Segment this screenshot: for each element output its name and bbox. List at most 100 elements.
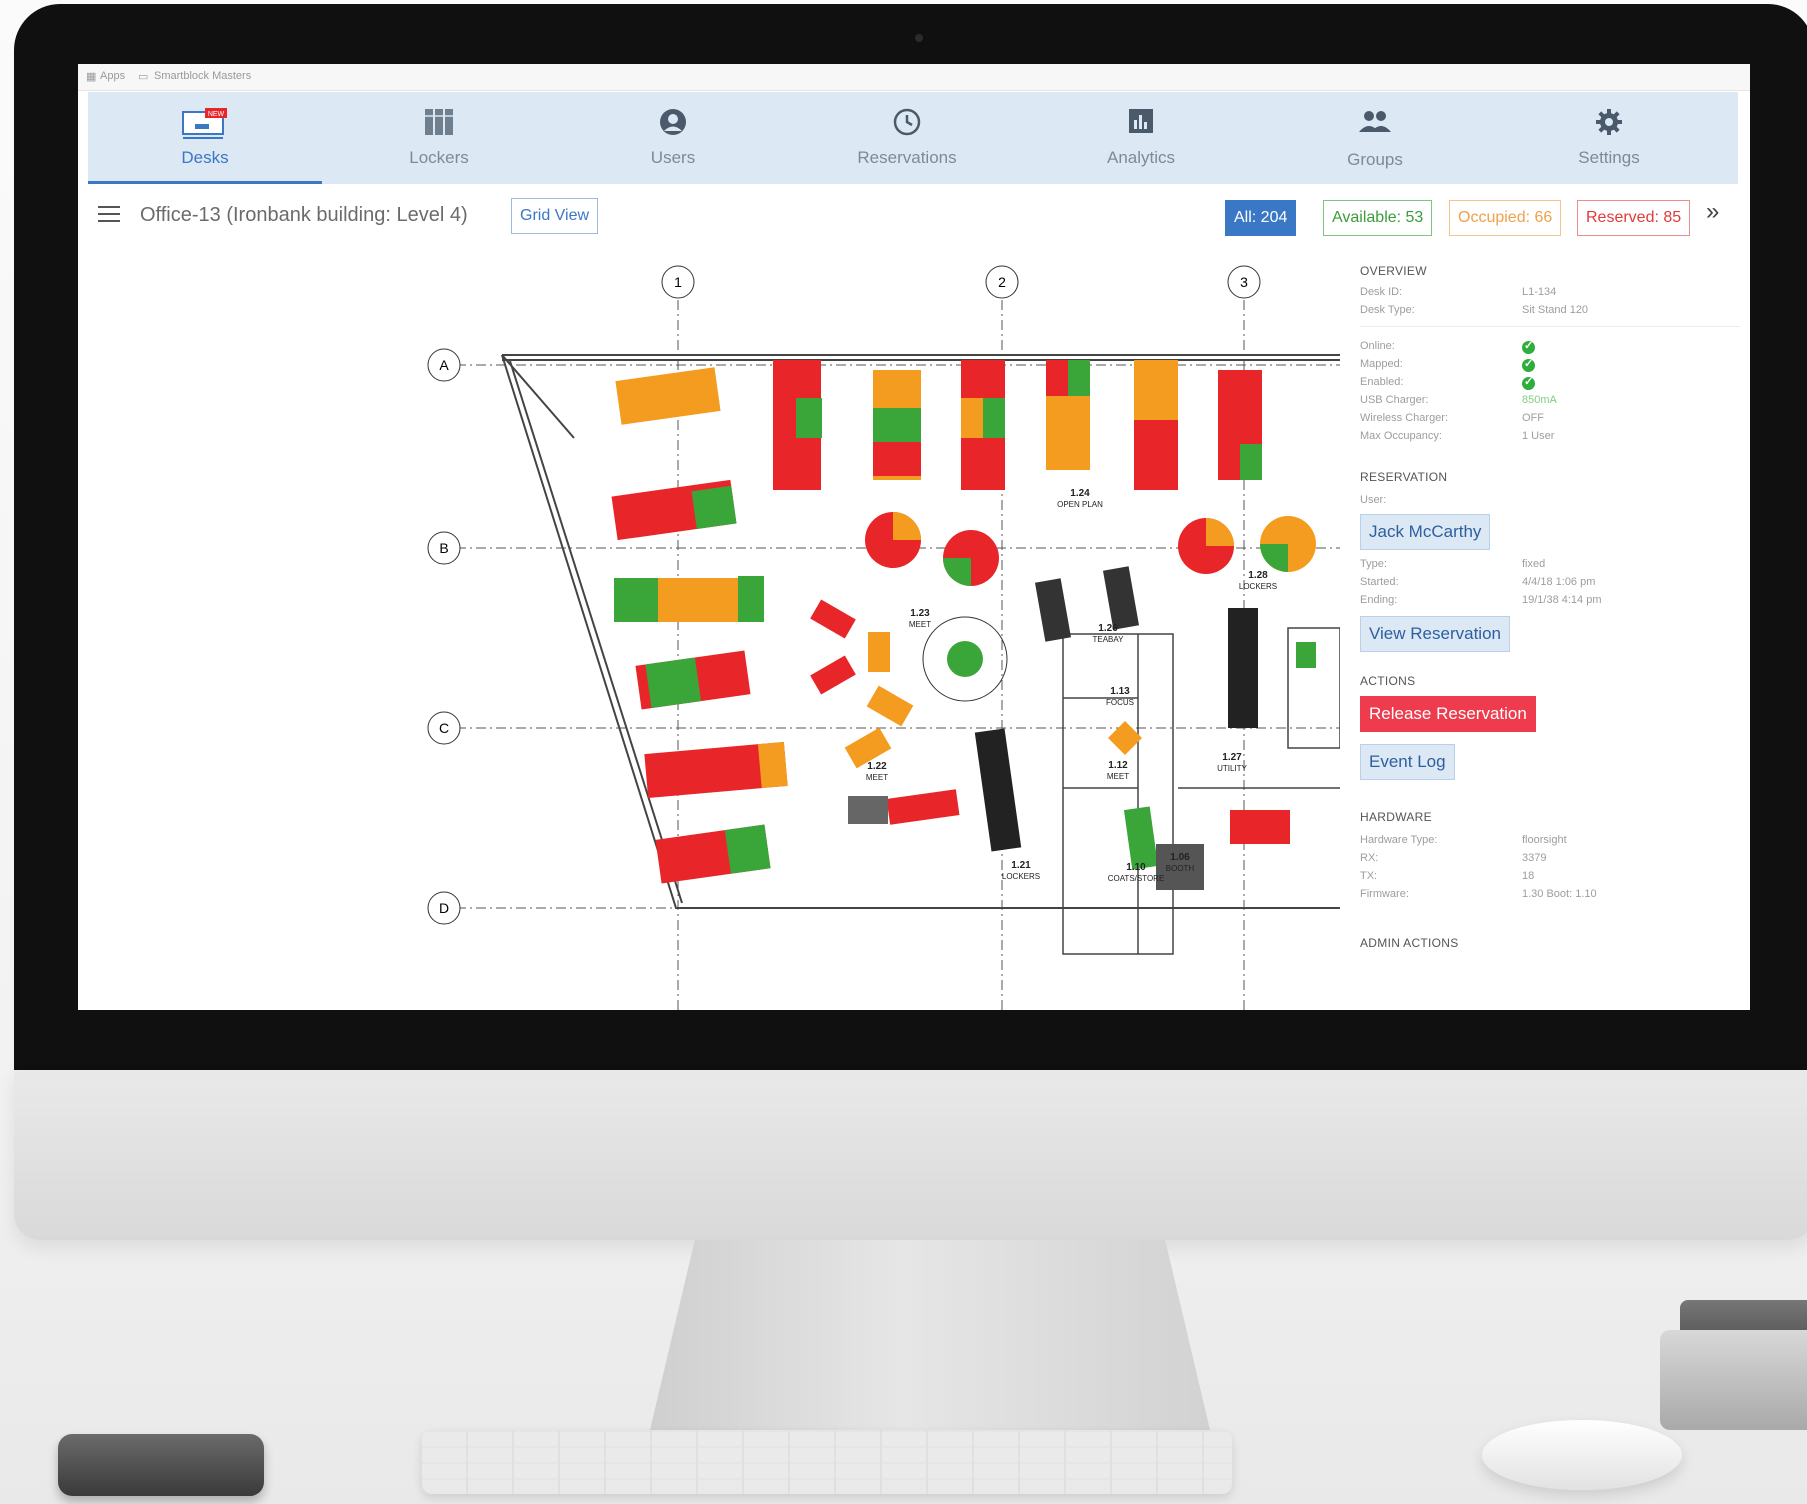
started-row: Started: 4/4/18 1:06 pm (1360, 576, 1740, 592)
room-name-1.22: MEET (866, 773, 888, 782)
desk-cluster[interactable] (1123, 806, 1159, 870)
user-icon (556, 108, 790, 138)
room-num-1.06: 1.06 (1170, 852, 1190, 863)
locker-bank (1228, 608, 1258, 728)
tab-desks[interactable]: NEW Desks (88, 92, 322, 184)
desk-cluster[interactable] (810, 655, 856, 695)
view-reservation-button[interactable]: View Reservation (1360, 616, 1510, 652)
room-num-1.21: 1.21 (1011, 860, 1031, 871)
desk-cluster[interactable] (866, 685, 914, 727)
monitor-stand (650, 1240, 1210, 1430)
filter-occupied-button[interactable]: Occupied: 66 (1449, 200, 1562, 236)
tab-analytics-label: Analytics (1106, 148, 1176, 167)
desk-cluster[interactable] (873, 442, 921, 476)
desk-cluster[interactable] (738, 576, 764, 622)
group-icon (1258, 108, 1492, 138)
grid-row-label-d: D (439, 900, 449, 916)
desk-id-value: L1-134 (1522, 286, 1557, 298)
desk-clusters[interactable] (611, 360, 1316, 890)
desk-detail-panel: OVERVIEW Desk ID: L1-134 Desk Type: Sit … (1340, 248, 1750, 1010)
tab-settings[interactable]: Settings (1492, 92, 1726, 184)
max-occupancy-label: Max Occupancy: (1360, 430, 1442, 442)
rx-label: RX: (1360, 852, 1379, 864)
clock-icon (790, 108, 1024, 138)
desk-cluster[interactable] (724, 824, 771, 874)
double-chevron-right-icon[interactable]: » (1706, 198, 1719, 226)
firmware-row: Firmware: 1.30 Boot: 1.10 (1360, 888, 1740, 904)
desk-cluster[interactable] (1068, 360, 1090, 396)
meeting-table[interactable] (947, 641, 983, 677)
firmware-label: Firmware: (1360, 888, 1409, 900)
desk-cluster[interactable] (615, 367, 721, 425)
desk-cluster[interactable] (757, 741, 788, 789)
room-num-1.26: 1.26 (1098, 623, 1118, 634)
wireless-charger-label: Wireless Charger: (1360, 412, 1449, 424)
room-name-1.12: MEET (1107, 772, 1129, 781)
event-log-button[interactable]: Event Log (1360, 744, 1455, 780)
desk-cluster[interactable] (886, 789, 960, 825)
lockers-icon (322, 108, 556, 138)
started-label: Started: (1360, 576, 1399, 588)
desk-cluster[interactable] (1108, 721, 1142, 755)
main-navbar: NEW Desks Lockers Users Reservations Ana… (88, 92, 1738, 184)
bookmark-apps[interactable]: Apps (100, 70, 125, 82)
desk-cluster[interactable] (645, 657, 702, 709)
desk-id-row: Desk ID: L1-134 (1360, 286, 1740, 302)
desk-cluster[interactable] (1240, 444, 1262, 480)
desk-cluster[interactable] (1296, 642, 1316, 668)
office-title: Office-13 (Ironbank building: Level 4) (140, 204, 468, 226)
desk-cluster[interactable] (691, 485, 737, 530)
filter-available-button[interactable]: Available: 53 (1323, 200, 1433, 236)
bench-desk[interactable] (1102, 566, 1140, 630)
desk-type-row: Desk Type: Sit Stand 120 (1360, 304, 1740, 320)
tab-users[interactable]: Users (556, 92, 790, 184)
tab-reservations-label: Reservations (857, 148, 957, 167)
room-name-1.28: LOCKERS (1239, 582, 1277, 591)
screen: ▦ Apps ▭ Smartblock Masters NEW Desks Lo… (78, 64, 1750, 1010)
desk-type-label: Desk Type: (1360, 304, 1415, 316)
desk-cluster[interactable] (1134, 360, 1178, 420)
tx-value: 18 (1522, 870, 1535, 882)
enabled-row: Enabled: (1360, 375, 1740, 392)
max-occupancy-value: 1 User (1522, 430, 1555, 442)
grid-col-label-3: 3 (1240, 274, 1248, 290)
actions-title: ACTIONS (1360, 674, 1416, 688)
tab-analytics[interactable]: Analytics (1024, 92, 1258, 184)
release-reservation-button[interactable]: Release Reservation (1360, 696, 1536, 732)
desk-cluster[interactable] (961, 398, 983, 438)
tab-lockers[interactable]: Lockers (322, 92, 556, 184)
hardware-title: HARDWARE (1360, 810, 1432, 824)
room-num-1.22: 1.22 (867, 761, 887, 772)
reservation-user-button[interactable]: Jack McCarthy (1360, 514, 1491, 550)
filter-all-button[interactable]: All: 204 (1225, 200, 1297, 236)
monitor-chin (14, 1070, 1807, 1240)
desk-cluster[interactable] (796, 398, 822, 438)
usb-charger-label: USB Charger: (1360, 394, 1429, 406)
desk-cluster[interactable] (983, 398, 1005, 438)
hamburger-menu-icon[interactable] (98, 206, 120, 224)
apps-icon[interactable]: ▦ (86, 70, 96, 83)
desk-cluster[interactable] (868, 632, 890, 672)
desk-cluster[interactable] (810, 599, 856, 639)
online-label: Online: (1360, 340, 1395, 352)
tab-reservations[interactable]: Reservations (790, 92, 1024, 184)
bookmark-folder-icon[interactable]: ▭ (138, 70, 148, 83)
desk-cluster[interactable] (1230, 810, 1290, 844)
user-row: User: (1360, 494, 1740, 510)
desk-cluster[interactable] (873, 408, 921, 442)
tab-groups[interactable]: Groups (1258, 92, 1492, 184)
tab-users-label: Users (650, 148, 696, 167)
grid-view-button[interactable]: Grid View (511, 198, 599, 234)
floorplan[interactable]: 1 2 3 A B C D 1.24 OPEN PLAN 1.23 MEET 1… (78, 248, 1341, 1010)
filter-reserved-button[interactable]: Reserved: 85 (1577, 200, 1691, 236)
type-label: Type: (1360, 558, 1387, 570)
online-row: Online: (1360, 339, 1740, 356)
desk-icon: NEW (88, 108, 322, 139)
room-num-1.28: 1.28 (1248, 570, 1268, 581)
divider (1360, 326, 1740, 327)
bookmark-smartblock[interactable]: Smartblock Masters (154, 70, 251, 82)
desk-cluster[interactable] (614, 578, 658, 622)
bench-desk[interactable] (1034, 578, 1072, 642)
usb-charger-row: USB Charger: 850mA (1360, 394, 1740, 410)
desk-cluster[interactable] (1046, 360, 1068, 396)
